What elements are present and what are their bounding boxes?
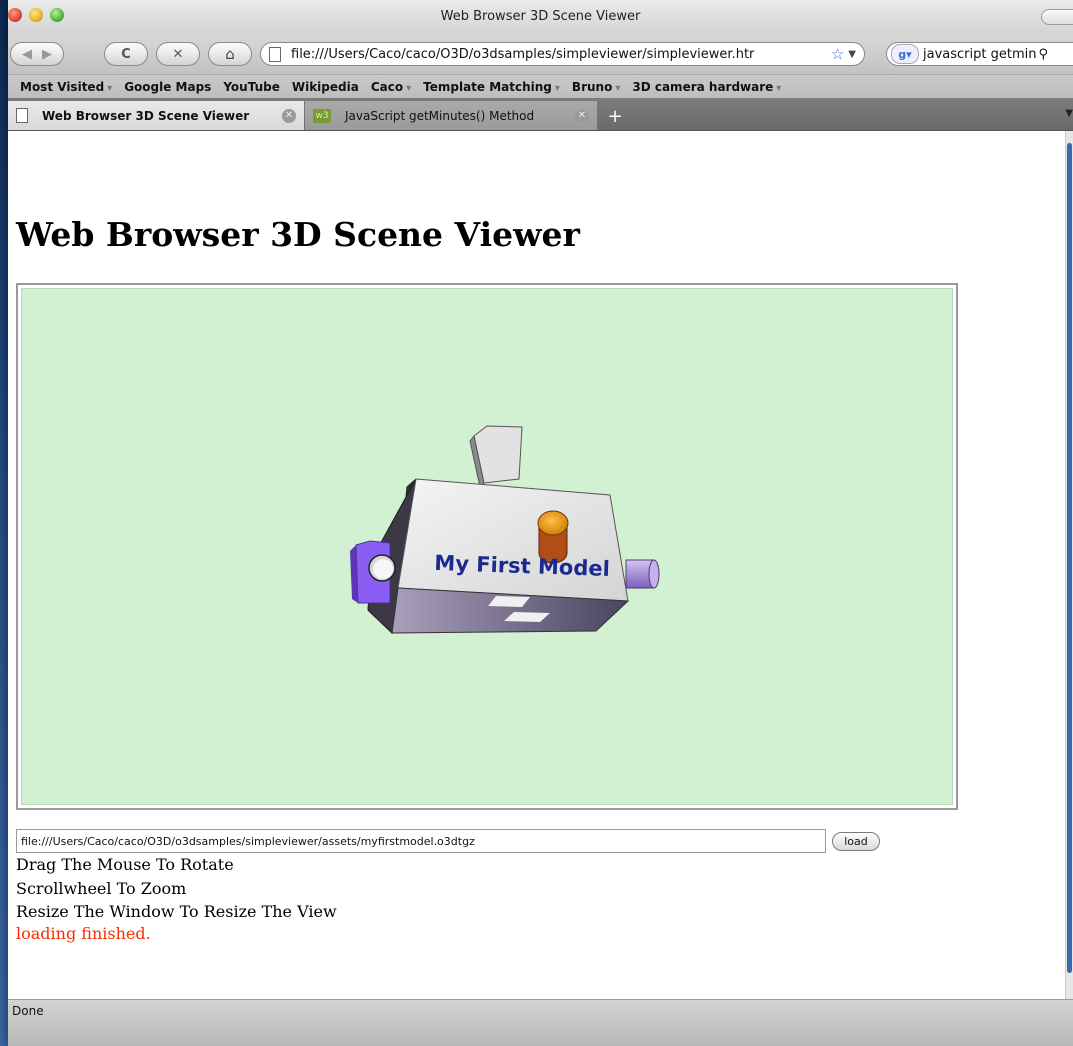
- url-text: file:///Users/Caco/caco/O3D/o3dsamples/s…: [291, 46, 755, 62]
- tab-label: Web Browser 3D Scene Viewer: [42, 108, 250, 123]
- title-bar: Web Browser 3D Scene Viewer: [8, 0, 1073, 38]
- bookmark-3d-camera-hardware[interactable]: 3D camera hardware ▾: [632, 80, 781, 94]
- instruction-zoom: Scrollwheel To Zoom: [16, 879, 187, 898]
- chevron-down-icon: ▾: [776, 83, 782, 94]
- toolbar-toggle-button[interactable]: [1041, 9, 1073, 25]
- back-icon[interactable]: ◀: [22, 47, 32, 62]
- bookmark-label: Most Visited: [20, 80, 105, 94]
- bookmark-label: Caco: [370, 80, 404, 94]
- model-url-input[interactable]: [16, 829, 826, 853]
- tab-web-browser-3d-scene-viewer[interactable]: Web Browser 3D Scene Viewer ✕: [8, 101, 304, 130]
- navigation-toolbar: ◀ ▶ C ✕ ⌂ file:///Users/Caco/caco/O3D/o3…: [8, 38, 1073, 74]
- search-query: javascript getmin: [923, 46, 1037, 62]
- bookmark-bruno[interactable]: Bruno ▾: [572, 80, 620, 94]
- url-history-dropdown-icon[interactable]: ▼: [848, 49, 856, 60]
- model-front-face: [397, 478, 629, 602]
- bookmark-youtube[interactable]: YouTube: [223, 80, 280, 94]
- bookmark-caco[interactable]: Caco ▾: [371, 80, 411, 94]
- chevron-down-icon: ▾: [554, 83, 560, 94]
- page-title: Web Browser 3D Scene Viewer: [16, 215, 580, 254]
- home-icon: ⌂: [225, 45, 235, 63]
- bookmark-label: Google Maps: [124, 80, 212, 94]
- scene-viewer-frame: My First Model: [16, 283, 958, 810]
- bookmark-most-visited[interactable]: Most Visited ▾: [20, 80, 112, 94]
- bookmark-star-icon[interactable]: ☆: [831, 45, 844, 63]
- browser-window: Web Browser 3D Scene Viewer ◀ ▶ C ✕ ⌂ fi…: [8, 0, 1073, 1046]
- 3d-model-render: My First Model: [350, 425, 660, 635]
- tab-label: JavaScript getMinutes() Method: [345, 108, 535, 123]
- bookmark-label: Template Matching: [423, 80, 552, 94]
- chevron-down-icon: ▾: [615, 83, 621, 94]
- w3schools-icon: w3: [313, 108, 331, 123]
- vertical-scrollbar[interactable]: [1065, 131, 1073, 999]
- chevron-down-icon: ▾: [406, 83, 412, 94]
- bookmark-label: 3D camera hardware: [632, 80, 774, 94]
- stop-button[interactable]: ✕: [156, 42, 200, 66]
- loading-status: loading finished.: [16, 924, 151, 943]
- google-search-engine-icon[interactable]: g▾: [891, 44, 919, 64]
- back-forward-group: ◀ ▶: [10, 42, 64, 66]
- scene-viewer-canvas[interactable]: My First Model: [21, 288, 953, 805]
- document-icon: [16, 108, 28, 123]
- reload-icon: C: [121, 46, 131, 62]
- scrollbar-thumb[interactable]: [1067, 143, 1072, 973]
- new-tab-button[interactable]: +: [600, 103, 630, 129]
- bookmark-template-matching[interactable]: Template Matching ▾: [423, 80, 560, 94]
- tab-strip: Web Browser 3D Scene Viewer ✕ w3 JavaScr…: [8, 98, 1073, 131]
- close-tab-icon[interactable]: ✕: [282, 108, 296, 123]
- bookmark-label: Bruno: [571, 80, 613, 94]
- instruction-rotate: Drag The Mouse To Rotate: [16, 855, 234, 874]
- instruction-resize: Resize The Window To Resize The View: [16, 902, 337, 921]
- status-text: Done: [12, 1004, 44, 1018]
- load-button[interactable]: load: [832, 832, 880, 851]
- home-button[interactable]: ⌂: [208, 42, 252, 66]
- stop-icon: ✕: [172, 46, 184, 62]
- page-icon: [269, 46, 281, 62]
- page-content: Web Browser 3D Scene Viewer My First Mod…: [8, 131, 1065, 999]
- bookmarks-bar: Most Visited ▾ Google Maps YouTube Wikipedia…: [8, 74, 1073, 99]
- window-title: Web Browser 3D Scene Viewer: [440, 9, 641, 24]
- forward-icon[interactable]: ▶: [42, 47, 52, 62]
- bookmark-label: Wikipedia: [291, 80, 359, 94]
- reload-button[interactable]: C: [104, 42, 148, 66]
- bookmark-wikipedia[interactable]: Wikipedia: [292, 80, 359, 94]
- tab-list-icon[interactable]: ▼: [1065, 108, 1073, 119]
- status-bar: Done: [8, 999, 1073, 1046]
- search-bar[interactable]: g▾ javascript getmin ⚲: [886, 42, 1073, 66]
- chevron-down-icon: ▾: [107, 83, 113, 94]
- search-icon[interactable]: ⚲: [1038, 47, 1048, 62]
- close-tab-icon[interactable]: ✕: [575, 108, 589, 123]
- address-bar[interactable]: file:///Users/Caco/caco/O3D/o3dsamples/s…: [260, 42, 865, 66]
- model-knob: [537, 510, 569, 536]
- tab-javascript-getminutes[interactable]: w3 JavaScript getMinutes() Method ✕: [305, 101, 597, 130]
- bookmark-label: YouTube: [223, 80, 280, 94]
- bookmark-google-maps[interactable]: Google Maps: [124, 80, 211, 94]
